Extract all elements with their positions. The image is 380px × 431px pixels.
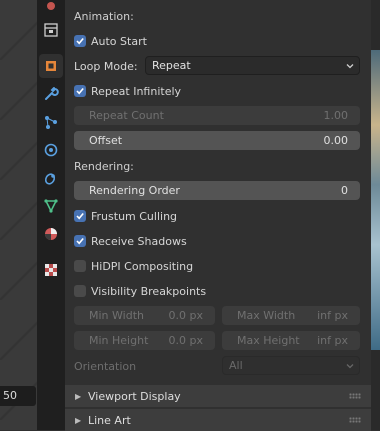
properties-tab-strip [37,0,65,430]
scene-icon [44,23,58,37]
min-width-value: 0.0 px [168,309,203,322]
tab-material[interactable] [39,222,63,246]
min-height-value: 0.0 px [168,334,203,347]
repeat-count-field[interactable]: Repeat Count 1.00 [74,106,360,125]
checkbox-checked-icon [74,85,86,97]
object-icon [46,61,56,71]
rendering-order-value: 0 [341,184,348,197]
auto-start-checkbox[interactable]: Auto Start [74,31,147,51]
tab-texture[interactable] [39,258,63,282]
max-height-label: Max Height [237,334,300,347]
triangle-right-icon: ▶ [75,391,82,401]
checkbox-unchecked-icon [74,260,86,272]
repeat-count-label: Repeat Count [89,109,164,122]
checkbox-unchecked-icon [74,285,86,297]
viewport-display-subpanel-header[interactable]: ▶ Viewport Display [65,385,371,407]
data-icon [44,199,58,213]
render-icon [47,2,55,10]
viewport-display-title: Viewport Display [88,389,181,403]
auto-start-label: Auto Start [91,34,147,48]
max-width-field[interactable]: Max Width inf px [222,306,360,325]
triangle-right-icon: ▶ [75,415,82,425]
orientation-label: Orientation [74,359,137,373]
texture-icon [45,264,57,276]
wrench-icon [45,87,59,100]
min-height-label: Min Height [89,334,149,347]
rendering-header: Rendering: [74,159,134,173]
animation-header: Animation: [74,9,134,23]
tab-object[interactable] [39,54,63,78]
min-height-field[interactable]: Min Height 0.0 px [74,331,215,350]
3d-viewport[interactable] [0,0,37,430]
hidpi-compositing-label: HiDPI Compositing [91,259,194,273]
receive-shadows-label: Receive Shadows [91,234,187,248]
tab-particles[interactable] [39,110,63,134]
chevron-down-icon [346,363,354,368]
repeat-count-value: 1.00 [323,109,349,122]
frustum-culling-label: Frustum Culling [91,209,178,223]
offset-label: Offset [89,134,123,147]
frustum-culling-checkbox[interactable]: Frustum Culling [74,206,177,226]
object-properties-panel: Animation: Auto Start Loop Mode: Repeat … [65,0,371,431]
checkbox-checked-icon [74,210,86,222]
adjacent-editor-image [371,50,380,350]
hidpi-compositing-checkbox[interactable]: HiDPI Compositing [74,256,193,276]
max-height-value: inf px [317,334,348,347]
max-width-label: Max Width [237,309,296,322]
loop-mode-dropdown[interactable]: Repeat [145,56,360,75]
min-width-field[interactable]: Min Width 0.0 px [74,306,215,325]
repeat-infinitely-label: Repeat Infinitely [91,84,182,98]
tab-scene[interactable] [39,18,63,42]
rendering-order-field[interactable]: Rendering Order 0 [74,181,360,200]
offset-field[interactable]: Offset 0.00 [74,131,360,150]
visibility-breakpoints-label: Visibility Breakpoints [91,284,207,298]
max-height-field[interactable]: Max Height inf px [222,331,360,350]
offset-value: 0.00 [323,134,349,147]
checkbox-checked-icon [74,35,86,47]
physics-icon [44,143,58,157]
drag-grip-icon[interactable] [349,417,361,423]
material-icon [45,228,57,240]
min-width-label: Min Width [89,309,144,322]
frame-field[interactable]: 50 [0,386,36,406]
particles-icon [45,116,57,129]
drag-grip-icon[interactable] [349,393,361,399]
tab-render[interactable] [39,0,63,18]
line-art-subpanel-header[interactable]: ▶ Line Art [65,409,371,431]
tab-modifiers[interactable] [39,82,63,106]
visibility-breakpoints-checkbox[interactable]: Visibility Breakpoints [74,281,206,301]
constraints-icon [44,173,56,185]
chevron-down-icon [346,63,354,68]
checkbox-checked-icon [74,235,86,247]
repeat-infinitely-checkbox[interactable]: Repeat Infinitely [74,81,181,101]
loop-mode-label: Loop Mode: [74,59,138,73]
tab-constraints[interactable] [39,166,63,190]
line-art-title: Line Art [88,413,131,427]
rendering-order-label: Rendering Order [89,184,180,197]
tab-data[interactable] [39,194,63,218]
orientation-value: All [229,359,243,372]
orientation-dropdown[interactable]: All [222,356,360,375]
receive-shadows-checkbox[interactable]: Receive Shadows [74,231,187,251]
loop-mode-value: Repeat [152,59,191,72]
tab-physics[interactable] [39,138,63,162]
max-width-value: inf px [317,309,348,322]
